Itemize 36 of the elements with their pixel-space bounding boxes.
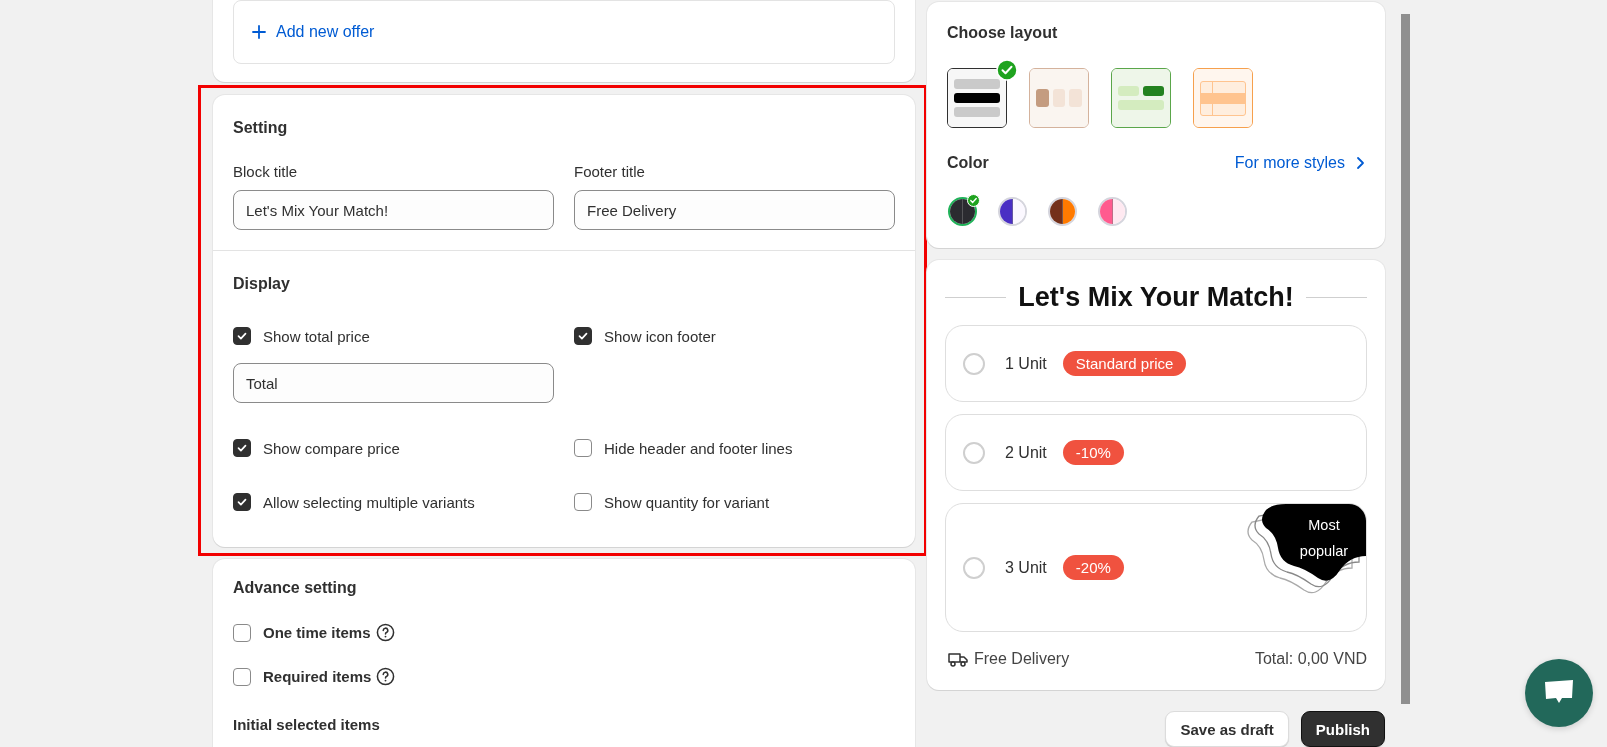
text-field[interactable]: Total: [233, 363, 554, 403]
text-field[interactable]: Free Delivery: [574, 190, 895, 230]
subheading: Initial selected items: [233, 716, 381, 733]
total-text: Total: 0,00 VND: [1254, 650, 1367, 668]
publish-button[interactable]: Publish: [1300, 711, 1385, 747]
field-label: Footer title: [574, 163, 646, 180]
offer-option[interactable]: 2 Unit -10%: [945, 414, 1367, 491]
delivery-text: Free Delivery: [974, 650, 1070, 668]
offer-label: 1 Unit: [1005, 354, 1047, 373]
checkbox-label: One time items: [263, 624, 371, 641]
checkbox-label: Show icon footer: [604, 327, 716, 345]
section-title: Choose layout: [947, 24, 1059, 42]
section-title: Color: [947, 154, 989, 172]
discount-badge: -10%: [1062, 440, 1124, 465]
section-title: Advance setting: [233, 579, 358, 597]
offer-option[interactable]: 3 Unit -20% Most popular: [945, 503, 1367, 632]
save-draft-button[interactable]: Save as draft: [1165, 711, 1289, 747]
offer-label: 2 Unit: [1005, 443, 1047, 462]
field-label: Block title: [233, 163, 299, 180]
text-field[interactable]: Let's Mix Your Match!: [233, 190, 554, 230]
section-title: Display: [233, 275, 291, 293]
ribbon-label: Most popular: [1298, 516, 1350, 561]
more-styles-link[interactable]: For more styles: [1234, 154, 1365, 172]
checkbox-label: Show quantity for variant: [604, 493, 770, 511]
discount-badge: Standard price: [1062, 351, 1187, 376]
checkbox-label: Allow selecting multiple variants: [263, 493, 475, 511]
discount-badge: -20%: [1062, 555, 1124, 580]
checkbox-label: Hide header and footer lines: [604, 439, 793, 457]
checkbox-label: Show compare price: [263, 439, 400, 457]
section-title: Setting: [233, 119, 289, 137]
preview-title: Let's Mix Your Match!: [1018, 282, 1294, 313]
checkbox-label: Show total price: [263, 327, 370, 345]
offer-option[interactable]: 1 Unit Standard price: [945, 325, 1367, 402]
offer-label: 3 Unit: [1005, 558, 1047, 577]
add-offer-link[interactable]: Add new offer: [252, 23, 375, 41]
checkbox-label: Required items: [263, 668, 372, 685]
